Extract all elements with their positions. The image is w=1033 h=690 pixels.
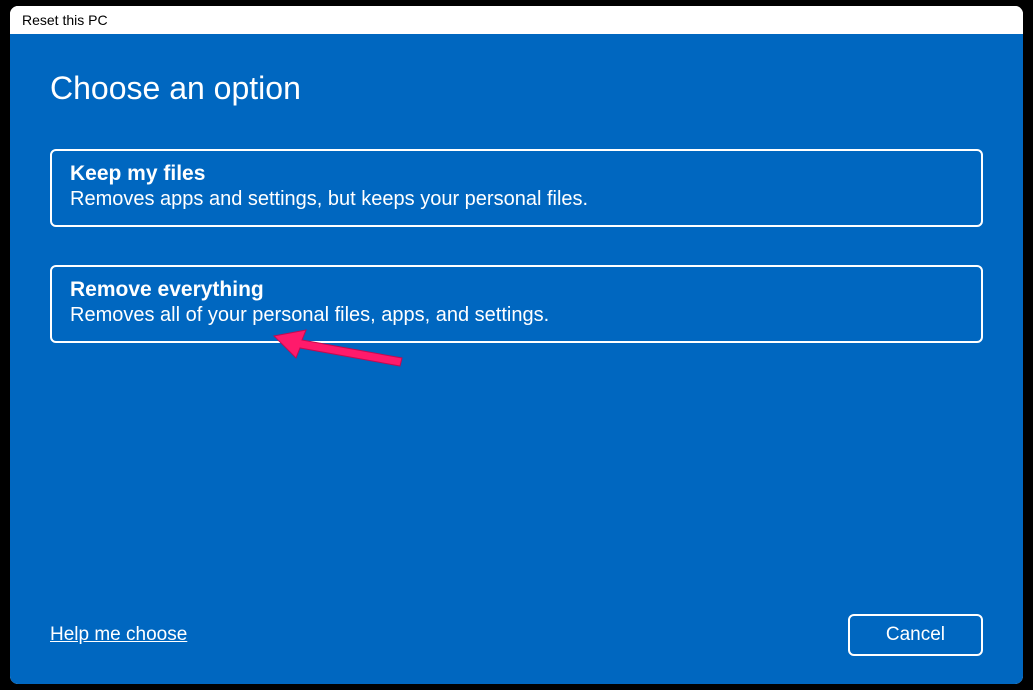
dialog-content: Choose an option Keep my files Removes a… (10, 34, 1023, 684)
page-heading: Choose an option (50, 70, 983, 107)
option-title: Keep my files (70, 162, 963, 186)
option-title: Remove everything (70, 278, 963, 302)
dialog-titlebar: Reset this PC (10, 6, 1023, 34)
option-keep-my-files[interactable]: Keep my files Removes apps and settings,… (50, 149, 983, 227)
option-description: Removes apps and settings, but keeps you… (70, 188, 963, 211)
cancel-button[interactable]: Cancel (848, 614, 983, 656)
reset-pc-dialog: Reset this PC Choose an option Keep my f… (10, 6, 1023, 684)
options-list: Keep my files Removes apps and settings,… (50, 149, 983, 343)
option-description: Removes all of your personal files, apps… (70, 304, 963, 327)
help-me-choose-link[interactable]: Help me choose (50, 624, 187, 646)
dialog-footer: Help me choose Cancel (50, 614, 983, 656)
dialog-title: Reset this PC (22, 12, 108, 28)
option-remove-everything[interactable]: Remove everything Removes all of your pe… (50, 265, 983, 343)
